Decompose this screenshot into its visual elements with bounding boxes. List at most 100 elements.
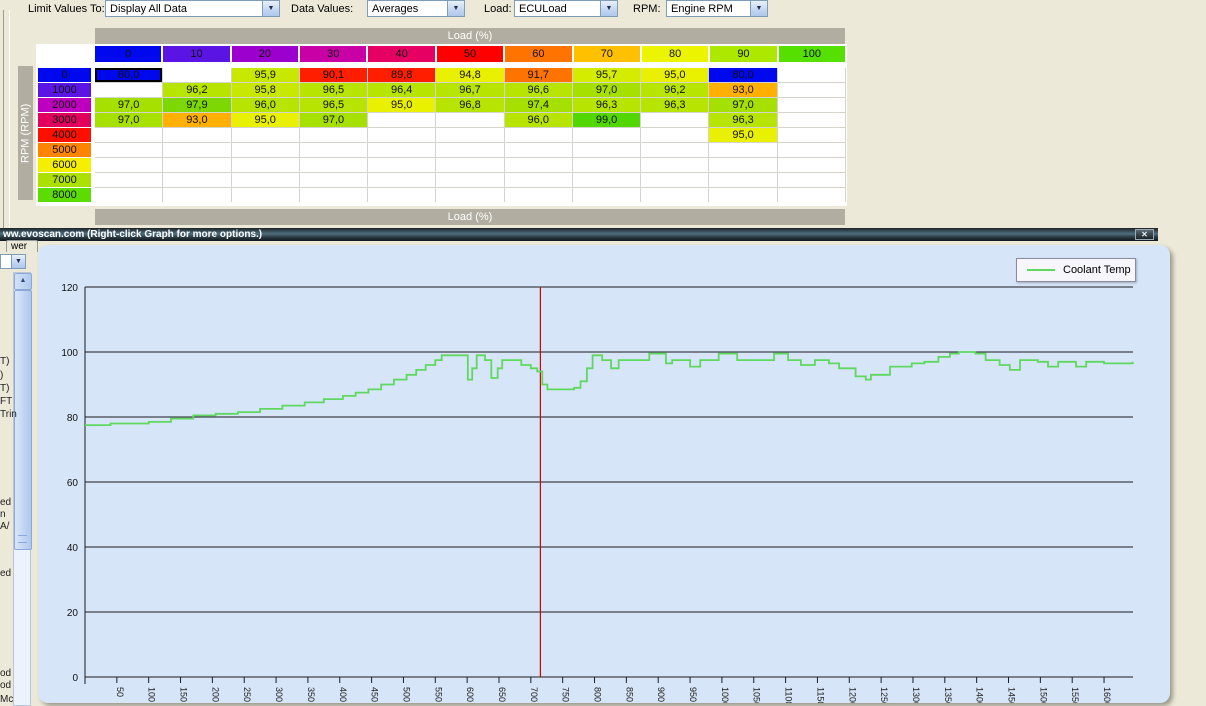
- table-cell[interactable]: 96,5: [300, 83, 367, 97]
- table-cell[interactable]: [573, 188, 640, 202]
- table-cell[interactable]: [300, 158, 367, 172]
- table-cell[interactable]: [505, 158, 572, 172]
- table-cell[interactable]: [95, 158, 162, 172]
- table-cell[interactable]: 94,8: [436, 68, 503, 82]
- table-cell[interactable]: 95,0: [641, 68, 708, 82]
- chevron-down-icon[interactable]: ▼: [11, 255, 25, 268]
- table-cell[interactable]: 80,0: [95, 68, 162, 82]
- table-cell[interactable]: [95, 143, 162, 157]
- table-cell[interactable]: 96,5: [300, 98, 367, 112]
- table-cell[interactable]: [232, 188, 299, 202]
- scroll-up-icon[interactable]: ▲: [14, 273, 32, 290]
- chevron-down-icon[interactable]: ▼: [447, 1, 464, 16]
- table-cell[interactable]: 97,0: [95, 98, 162, 112]
- table-cell[interactable]: 95,0: [368, 98, 435, 112]
- table-cell[interactable]: [778, 173, 845, 187]
- table-cell[interactable]: [709, 143, 776, 157]
- table-cell[interactable]: 89,8: [368, 68, 435, 82]
- table-cell[interactable]: [778, 98, 845, 112]
- table-cell[interactable]: [436, 188, 503, 202]
- table-cell[interactable]: [505, 173, 572, 187]
- background-tab[interactable]: wer: [6, 240, 38, 252]
- table-cell[interactable]: [368, 113, 435, 127]
- table-cell[interactable]: [709, 188, 776, 202]
- table-cell[interactable]: [436, 128, 503, 142]
- table-cell[interactable]: [573, 143, 640, 157]
- table-cell[interactable]: 96,6: [505, 83, 572, 97]
- table-cell[interactable]: [300, 143, 367, 157]
- table-cell[interactable]: [778, 158, 845, 172]
- table-cell[interactable]: 96,2: [163, 83, 230, 97]
- limit-values-dropdown[interactable]: Display All Data ▼: [105, 0, 280, 17]
- table-cell[interactable]: [436, 173, 503, 187]
- chevron-down-icon[interactable]: ▼: [262, 1, 279, 16]
- table-cell[interactable]: [573, 158, 640, 172]
- close-icon[interactable]: ✕: [1135, 229, 1154, 240]
- table-cell[interactable]: 95,0: [232, 113, 299, 127]
- table-cell[interactable]: 97,4: [505, 98, 572, 112]
- table-cell[interactable]: [163, 143, 230, 157]
- table-cell[interactable]: [95, 128, 162, 142]
- table-cell[interactable]: 99,0: [573, 113, 640, 127]
- table-cell[interactable]: 97,0: [709, 98, 776, 112]
- table-cell[interactable]: 93,0: [709, 83, 776, 97]
- table-cell[interactable]: [778, 83, 845, 97]
- table-cell[interactable]: [778, 128, 845, 142]
- table-cell[interactable]: [368, 143, 435, 157]
- table-cell[interactable]: [778, 188, 845, 202]
- table-cell[interactable]: [573, 173, 640, 187]
- table-cell[interactable]: [505, 188, 572, 202]
- table-cell[interactable]: [232, 173, 299, 187]
- table-cell[interactable]: 93,0: [163, 113, 230, 127]
- table-cell[interactable]: [368, 158, 435, 172]
- table-cell[interactable]: [232, 158, 299, 172]
- table-cell[interactable]: 97,0: [95, 113, 162, 127]
- table-cell[interactable]: [300, 173, 367, 187]
- table-cell[interactable]: 96,0: [232, 98, 299, 112]
- vertical-scrollbar[interactable]: ▲: [13, 272, 31, 706]
- table-cell[interactable]: 95,7: [573, 68, 640, 82]
- load-dropdown[interactable]: ECULoad ▼: [514, 0, 618, 17]
- table-cell[interactable]: 90,1: [300, 68, 367, 82]
- data-values-dropdown[interactable]: Averages ▼: [367, 0, 465, 17]
- chevron-down-icon[interactable]: ▼: [600, 1, 617, 16]
- table-cell[interactable]: [232, 128, 299, 142]
- table-cell[interactable]: [368, 188, 435, 202]
- table-cell[interactable]: [300, 128, 367, 142]
- table-cell[interactable]: [641, 188, 708, 202]
- coolant-temp-chart[interactable]: 0204060801001205010015020025030035040045…: [38, 245, 1170, 703]
- table-cell[interactable]: [300, 188, 367, 202]
- table-cell[interactable]: [163, 173, 230, 187]
- table-cell[interactable]: 91,7: [505, 68, 572, 82]
- table-cell[interactable]: [641, 113, 708, 127]
- table-cell[interactable]: 96,3: [641, 98, 708, 112]
- table-cell[interactable]: [709, 158, 776, 172]
- table-cell[interactable]: [641, 143, 708, 157]
- rpm-dropdown[interactable]: Engine RPM ▼: [666, 0, 768, 17]
- table-cell[interactable]: 96,8: [436, 98, 503, 112]
- table-cell[interactable]: [368, 128, 435, 142]
- table-cell[interactable]: [641, 173, 708, 187]
- table-cell[interactable]: 97,0: [573, 83, 640, 97]
- table-cell[interactable]: [163, 68, 230, 82]
- table-cell[interactable]: [778, 68, 845, 82]
- chevron-down-icon[interactable]: ▼: [750, 1, 767, 16]
- table-cell[interactable]: 97,9: [163, 98, 230, 112]
- table-cell[interactable]: [641, 128, 708, 142]
- table-cell[interactable]: [641, 158, 708, 172]
- table-cell[interactable]: [95, 173, 162, 187]
- table-cell[interactable]: 96,3: [709, 113, 776, 127]
- scrollbar-thumb[interactable]: [14, 290, 32, 550]
- table-cell[interactable]: [436, 143, 503, 157]
- table-cell[interactable]: [709, 173, 776, 187]
- table-cell[interactable]: [232, 143, 299, 157]
- table-cell[interactable]: [163, 158, 230, 172]
- table-cell[interactable]: [505, 128, 572, 142]
- graph-window-titlebar[interactable]: ww.evoscan.com (Right-click Graph for mo…: [0, 228, 1158, 241]
- chart-canvas[interactable]: 0204060801001205010015020025030035040045…: [38, 245, 1170, 703]
- table-cell[interactable]: 96,0: [505, 113, 572, 127]
- table-cell[interactable]: 96,3: [573, 98, 640, 112]
- table-cell[interactable]: [436, 113, 503, 127]
- table-cell[interactable]: 80,0: [709, 68, 776, 82]
- table-cell[interactable]: 96,7: [436, 83, 503, 97]
